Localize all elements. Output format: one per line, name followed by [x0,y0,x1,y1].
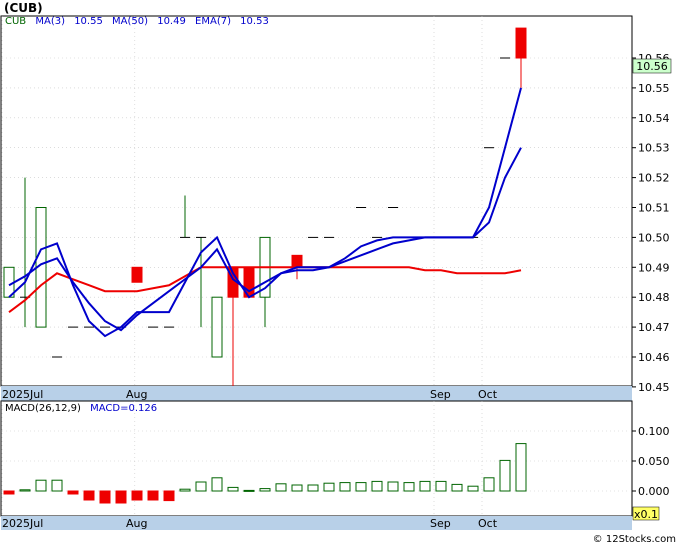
price-panel-frame [0,15,633,387]
macd-bar [259,488,271,492]
macd-bar [355,482,367,492]
macd-bar [323,482,335,492]
macd-bar [163,490,175,502]
macd-y-axis: 0.100 0.050 0.000 [632,425,670,498]
macd-x-axis-band [1,516,632,530]
stock-chart: (CUB) 10.5610.5510.5410.5310.5210.5110.5… [0,1,676,545]
price-x-tick: 2025Jul [2,388,43,401]
candle-body [131,266,143,283]
macd-bar [35,479,47,492]
price-x-tick: Sep [430,388,451,401]
legend-ma3-label: MA(3) [35,16,65,27]
macd-x-tick: Oct [478,517,498,530]
price-x-tick: Aug [126,388,147,401]
macd-bar [483,477,495,492]
legend-ma3-value: 10.55 [74,16,103,27]
price-y-tick: 10.52 [638,172,670,185]
macd-bar [19,489,31,492]
candle-body [211,296,223,358]
macd-bar [243,489,255,492]
macd-bar [371,480,383,492]
macd-x-tick: Sep [430,517,451,530]
macd-bar [83,490,95,501]
price-y-tick: 10.51 [638,202,670,215]
chart-title: (CUB) [4,1,43,15]
macd-bar [3,490,15,495]
price-y-tick: 10.55 [638,82,670,95]
macd-bar [99,490,111,504]
legend-ma50-value: 10.49 [157,16,186,27]
macd-bar [307,484,319,492]
last-price-label: 10.56 [636,60,668,73]
macd-bar [51,479,63,492]
macd-bar [227,486,239,492]
macd-bar [451,483,463,492]
macd-x-tick: Aug [126,517,147,530]
price-y-tick: 10.45 [638,381,670,394]
macd-bar [403,482,415,492]
candle-body [291,254,303,268]
macd-bar [499,459,511,492]
macd-bar [275,483,287,492]
candle-body [515,27,527,59]
macd-panel-frame [0,400,633,517]
macd-bar [115,490,127,504]
macd-bar [387,481,399,492]
price-y-tick: 10.46 [638,351,670,364]
legend-ema7-value: 10.53 [240,16,269,27]
macd-x-tick: 2025Jul [2,517,43,530]
price-y-tick: 10.47 [638,321,670,334]
macd-bar [67,490,79,495]
price-x-tick: Oct [478,388,498,401]
macd-bar [515,443,527,492]
price-y-tick: 10.53 [638,142,670,155]
macd-legend-label: MACD(26,12,9) [5,403,81,414]
price-y-tick: 10.54 [638,112,670,125]
credit: © 12Stocks.com [593,534,676,545]
macd-y-tick: 0.100 [638,425,670,438]
price-x-axis-band [1,386,632,401]
macd-bar [131,490,143,501]
price-y-tick: 10.48 [638,291,670,304]
macd-bar [419,480,431,492]
price-y-tick: 10.50 [638,231,670,244]
macd-bar [179,488,191,492]
macd-bar [339,482,351,492]
price-y-axis: 10.56 10.55 10.54 10.53 10.52 10.51 10.50 10.49… [632,52,670,394]
macd-y-tick: 0.000 [638,485,670,498]
macd-bar [467,485,479,492]
legend-ema7-label: EMA(7) [195,16,231,27]
macd-bar [211,477,223,492]
macd-legend-value: MACD=0.126 [90,403,157,414]
macd-legend: MACD(26,12,9) MACD=0.126 [5,403,157,414]
macd-bar [195,481,207,492]
macd-bar [291,484,303,492]
macd-bar [435,480,447,492]
price-legend: CUB MA(3) 10.55 MA(50) 10.49 EMA(7) 10.5… [5,16,269,27]
macd-y-tick: 0.050 [638,455,670,468]
macd-bar [147,490,159,501]
legend-symbol: CUB [5,16,26,27]
legend-ma50-label: MA(50) [112,16,148,27]
price-y-tick: 10.49 [638,261,670,274]
scale-badge-label: x0.1 [634,508,658,521]
